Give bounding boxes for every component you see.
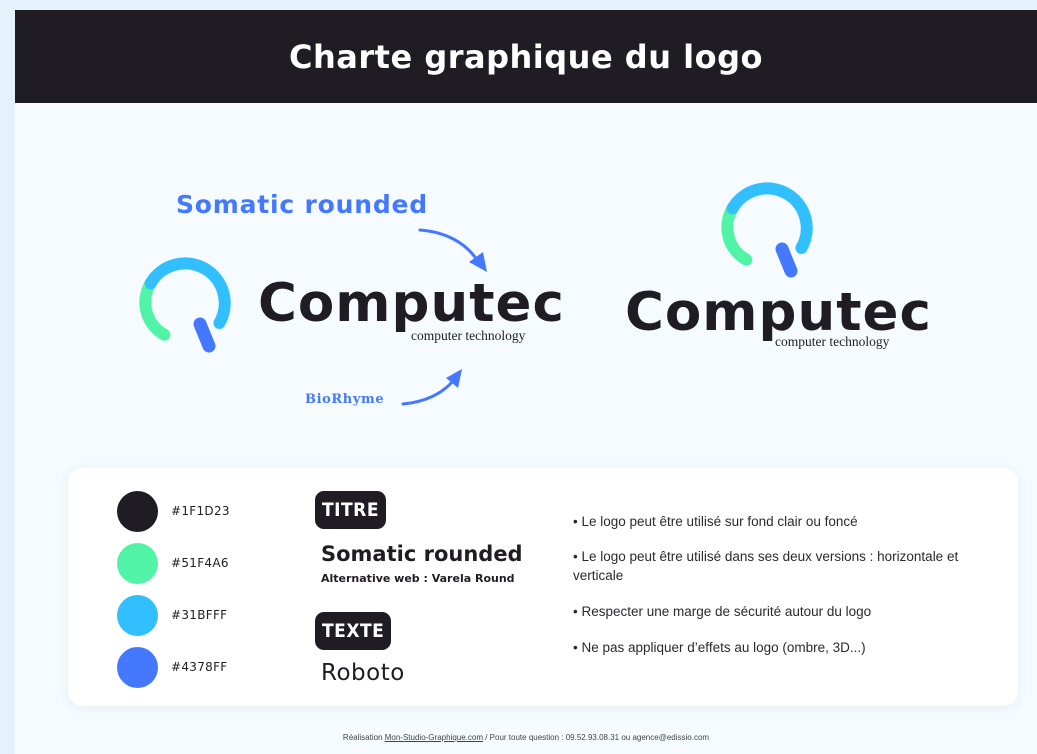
title-font-alternative: Alternative web : Varela Round <box>321 572 515 585</box>
color-swatch <box>117 595 158 636</box>
logo-symbol-vertical <box>721 182 813 278</box>
footer-prefix: Réalisation <box>342 733 385 742</box>
logo-tagline-horizontal: computer technology <box>411 328 526 343</box>
color-swatch <box>117 647 158 688</box>
page-footer: Réalisation Mon-Studio-Graphique.com / P… <box>15 733 1037 742</box>
footer-contact: / Pour toute question : 09.52.93.08.31 o… <box>483 733 710 742</box>
color-hex-label: #31BFFF <box>171 608 228 622</box>
text-tag: TEXTE <box>315 612 392 650</box>
color-hex-label: #51F4A6 <box>171 556 229 570</box>
arrow-to-tagline-icon <box>401 369 462 406</box>
title-font-annotation: Somatic rounded <box>176 190 428 219</box>
guidelines-card: #1F1D23 #51F4A6 #31BFFF #4378FF TITRE So… <box>68 468 1018 706</box>
title-font-name: Somatic rounded <box>321 542 523 566</box>
color-swatch <box>117 543 158 584</box>
usage-rule: • Ne pas appliquer d’effets au logo (omb… <box>573 640 866 655</box>
page-header: Charte graphique du logo <box>15 10 1037 103</box>
title-tag: TITRE <box>315 491 387 529</box>
color-swatch <box>117 491 158 532</box>
logo-wordmark-horizontal: Computec <box>258 273 565 334</box>
usage-rule: • Le logo peut être utilisé dans ses deu… <box>573 549 959 583</box>
arrow-to-wordmark-icon <box>418 228 487 272</box>
text-font-name: Roboto <box>321 660 405 686</box>
color-hex-label: #4378FF <box>171 660 228 674</box>
usage-rule: • Le logo peut être utilisé sur fond cla… <box>573 514 858 529</box>
studio-link[interactable]: Mon-Studio-Graphique.com <box>385 733 483 742</box>
brand-guide-page: Charte graphique du logo Somatic rounded… <box>15 10 1037 754</box>
page-title: Charte graphique du logo <box>289 38 763 76</box>
color-hex-label: #1F1D23 <box>171 504 230 518</box>
logo-symbol-horizontal <box>139 257 231 353</box>
logo-tagline-vertical: computer technology <box>775 334 890 349</box>
text-font-annotation: BioRhyme <box>305 392 385 407</box>
usage-rule: • Respecter une marge de sécurité autour… <box>573 604 872 619</box>
